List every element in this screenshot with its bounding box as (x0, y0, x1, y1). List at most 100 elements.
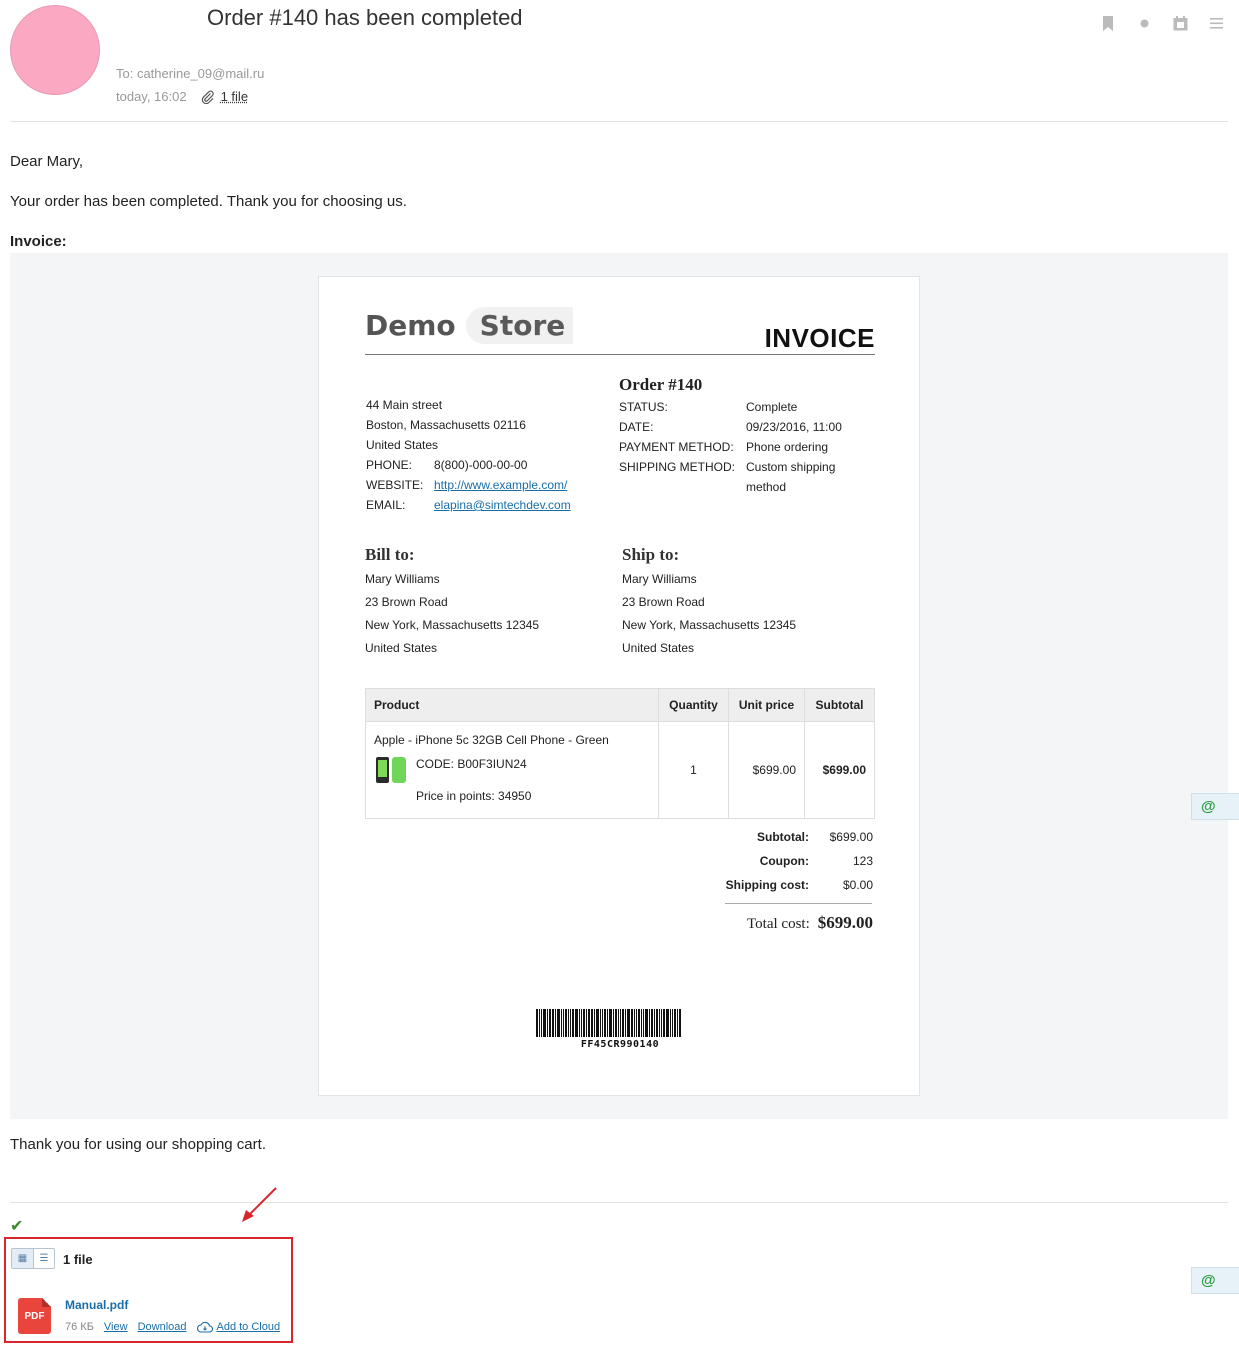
barcode-bar (679, 1009, 681, 1037)
barcode-bar (579, 1009, 580, 1037)
barcode-bar (547, 1009, 548, 1037)
ship-to-title: Ship to: (622, 545, 680, 564)
dot-icon[interactable] (1135, 14, 1153, 32)
shipping-cost-label: Shipping cost: (725, 878, 809, 892)
date-value: 09/23/2016, 11:00 (746, 420, 842, 434)
totals-shipping-row: Shipping cost: $0.00 (689, 873, 873, 897)
barcode-bar (594, 1009, 595, 1037)
totals-coupon-row: Coupon: 123 (689, 849, 873, 873)
menu-icon[interactable] (1207, 14, 1225, 32)
bookmark-icon[interactable] (1099, 14, 1117, 32)
table-header-row: Product Quantity Unit price Subtotal (365, 688, 875, 722)
phone-value: 8(800)-000-00-00 (434, 458, 528, 472)
ship-to: Ship to: Mary Williams 23 Brown Road New… (622, 545, 862, 660)
subtotal-value: $699.00 (829, 830, 873, 844)
list-view-icon[interactable]: ☰ (33, 1249, 54, 1268)
table-row: Apple - iPhone 5c 32GB Cell Phone - Gree… (365, 721, 875, 819)
bill-street: 23 Brown Road (365, 595, 448, 609)
bill-name: Mary Williams (365, 572, 440, 586)
barcode-bar (663, 1009, 665, 1037)
totals-rule (725, 903, 872, 904)
barcode-bar (643, 1009, 644, 1037)
barcode-bar (609, 1009, 612, 1037)
email-date: today, 16:02 (116, 89, 187, 104)
ship-city: New York, Massachusetts 12345 (622, 618, 797, 632)
barcode-bar (581, 1009, 582, 1037)
grid-view-icon[interactable]: ▦ (12, 1249, 33, 1268)
barcode-bar (620, 1009, 621, 1037)
barcode-bar (615, 1009, 617, 1037)
barcode-bar (602, 1009, 603, 1037)
logo-demo: Demo (365, 309, 456, 342)
files-link[interactable]: 1 file (221, 89, 248, 104)
totals-block: Subtotal: $699.00 Coupon: 123 Shipping c… (689, 825, 873, 897)
shipping-cost-value: $0.00 (842, 878, 873, 892)
bill-country: United States (365, 641, 438, 655)
col-product: Product (365, 688, 659, 722)
barcode-bar (607, 1009, 608, 1037)
quantity-cell: 1 (658, 721, 729, 819)
product-points: Price in points: 34950 (416, 789, 532, 803)
ship-name: Mary Williams (622, 572, 697, 586)
calendar-icon[interactable] (1171, 14, 1189, 32)
product-cell: Apple - iPhone 5c 32GB Cell Phone - Gree… (365, 721, 659, 819)
website-link[interactable]: http://www.example.com/ (434, 475, 567, 495)
payment-value: Phone ordering (746, 440, 829, 454)
view-toggle: ▦ ☰ (11, 1248, 55, 1269)
barcode (536, 1009, 704, 1037)
barcode-bar (583, 1009, 585, 1037)
items-table: Product Quantity Unit price Subtotal App… (365, 688, 875, 819)
greeting: Dear Mary, (10, 153, 84, 170)
bill-to: Bill to: Mary Williams 23 Brown Road New… (365, 545, 605, 660)
barcode-bar (672, 1009, 673, 1037)
phone-label: PHONE: (366, 458, 413, 472)
product-code: CODE: B00F3IUN24 (416, 757, 527, 771)
attachment-name[interactable]: Manual.pdf (65, 1298, 128, 1312)
product-thumbnail (374, 755, 410, 787)
store-email-row: EMAIL: elapina@simtechdev.com (366, 495, 606, 515)
coupon-value: 123 (852, 854, 873, 868)
barcode-bar (654, 1009, 655, 1037)
barcode-bar (627, 1009, 630, 1037)
store-phone-row: PHONE: 8(800)-000-00-00 (366, 455, 606, 475)
product-name: Apple - iPhone 5c 32GB Cell Phone - Gree… (374, 733, 609, 747)
store-address: 44 Main street Boston, Massachusetts 021… (366, 395, 606, 515)
col-unit-price: Unit price (728, 688, 805, 722)
barcode-bar (588, 1009, 590, 1037)
add-to-cloud-link[interactable]: Add to Cloud (217, 1321, 281, 1333)
barcode-bar (549, 1009, 551, 1037)
col-quantity: Quantity (658, 688, 729, 722)
col-subtotal: Subtotal (804, 688, 875, 722)
check-icon: ✔ (10, 1218, 24, 1235)
invoice-card: Demo Store INVOICE 44 Main street Boston… (318, 276, 920, 1096)
attachment-meta: 76 КБ View Download Add to Cloud (65, 1321, 280, 1333)
header-divider (10, 121, 1228, 122)
email-label: EMAIL: (366, 498, 406, 512)
barcode-bar (661, 1009, 662, 1037)
barcode-bar (555, 1009, 556, 1037)
red-arrow-icon (242, 1187, 277, 1222)
coupon-label: Coupon: (759, 854, 809, 868)
add-to-cloud[interactable]: Add to Cloud (196, 1321, 281, 1333)
mail-agent-tab-icon[interactable]: @ (1191, 793, 1239, 820)
store-logo: Demo Store (365, 307, 574, 344)
invoice-label: Invoice: (10, 233, 67, 250)
view-link[interactable]: View (104, 1321, 128, 1333)
download-link[interactable]: Download (138, 1321, 187, 1333)
order-status-row: STATUS: Complete (619, 397, 879, 417)
pdf-icon[interactable]: PDF (18, 1298, 51, 1334)
barcode-bar (625, 1009, 626, 1037)
barcode-bar (651, 1009, 653, 1037)
date-label: DATE: (619, 420, 654, 434)
paperclip-icon (201, 90, 215, 104)
mail-agent-tab-icon-bottom[interactable]: @ (1191, 1267, 1239, 1294)
barcode-bar (631, 1009, 633, 1037)
email-subject: Order #140 has been completed (207, 5, 523, 30)
barcode-bar (645, 1009, 648, 1037)
attachments-count: 1 file (63, 1252, 93, 1267)
email-link[interactable]: elapina@simtechdev.com (434, 495, 571, 515)
message-text: Your order has been completed. Thank you… (10, 193, 407, 210)
store-city: Boston, Massachusetts 02116 (366, 418, 526, 432)
product-meta: CODE: B00F3IUN24 Price in points: 34950 (416, 753, 531, 807)
barcode-bar (670, 1009, 671, 1037)
